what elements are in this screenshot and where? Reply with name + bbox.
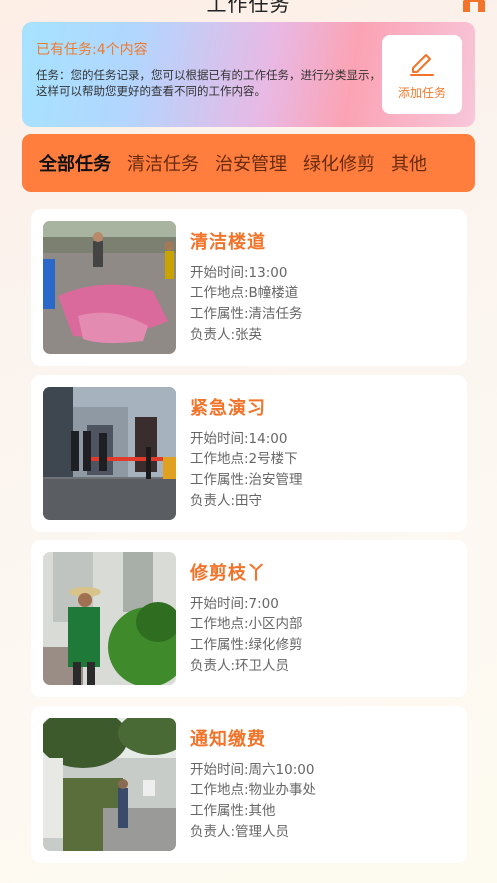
task-start-time: 开始时间:14:00 xyxy=(190,431,288,447)
tab-all[interactable]: 全部任务 xyxy=(39,150,111,176)
page-title: 工作任务 xyxy=(206,0,291,16)
banner-description: 任务：您的任务记录，您可以根据已有的工作任务，进行分类显示，这样可以帮助您更好的… xyxy=(36,68,381,98)
add-task-button[interactable]: 添加任务 xyxy=(382,35,462,114)
task-title: 清洁楼道 xyxy=(190,232,266,253)
task-type: 工作属性:清洁任务 xyxy=(190,306,303,322)
task-location: 工作地点:B幢楼道 xyxy=(190,285,299,301)
task-photo xyxy=(43,387,176,520)
tab-other[interactable]: 其他 xyxy=(391,150,427,176)
task-owner: 负责人:环卫人员 xyxy=(190,658,290,674)
task-start-time: 开始时间:周六10:00 xyxy=(190,762,315,778)
tab-cleaning[interactable]: 清洁任务 xyxy=(127,150,199,176)
task-summary-banner: 已有任务:4个内容 任务：您的任务记录，您可以根据已有的工作任务，进行分类显示，… xyxy=(22,22,475,127)
task-location: 工作地点:物业办事处 xyxy=(190,782,317,798)
task-type: 工作属性:治安管理 xyxy=(190,472,303,488)
task-title: 通知缴费 xyxy=(190,729,266,750)
task-photo xyxy=(43,221,176,354)
task-photo xyxy=(43,552,176,685)
task-location: 工作地点:小区内部 xyxy=(190,616,303,632)
task-card[interactable]: 清洁楼道 开始时间:13:00 工作地点:B幢楼道 工作属性:清洁任务 负责人:… xyxy=(31,209,467,366)
task-count-title: 已有任务:4个内容 xyxy=(36,42,148,58)
edit-pen-icon xyxy=(410,54,434,76)
tab-security[interactable]: 治安管理 xyxy=(215,150,287,176)
task-type: 工作属性:其他 xyxy=(190,803,276,819)
task-start-time: 开始时间:13:00 xyxy=(190,265,288,281)
task-card[interactable]: 通知缴费 开始时间:周六10:00 工作地点:物业办事处 工作属性:其他 负责人… xyxy=(31,706,467,863)
task-card[interactable]: 紧急演习 开始时间:14:00 工作地点:2号楼下 工作属性:治安管理 负责人:… xyxy=(31,375,467,532)
task-start-time: 开始时间:7:00 xyxy=(190,596,279,612)
task-type: 工作属性:绿化修剪 xyxy=(190,637,303,653)
task-owner: 负责人:田守 xyxy=(190,493,263,509)
task-location: 工作地点:2号楼下 xyxy=(190,451,298,467)
task-photo xyxy=(43,718,176,851)
tab-greening[interactable]: 绿化修剪 xyxy=(303,150,375,176)
add-task-label: 添加任务 xyxy=(397,86,446,100)
task-owner: 负责人:张英 xyxy=(190,327,263,343)
task-card[interactable]: 修剪枝丫 开始时间:7:00 工作地点:小区内部 工作属性:绿化修剪 负责人:环… xyxy=(31,540,467,697)
task-title: 修剪枝丫 xyxy=(190,563,266,584)
home-icon[interactable] xyxy=(461,0,487,12)
top-bar: 工作任务 xyxy=(0,0,497,16)
category-tabs: 全部任务 清洁任务 治安管理 绿化修剪 其他 xyxy=(22,134,475,192)
task-title: 紧急演习 xyxy=(190,398,266,419)
task-owner: 负责人:管理人员 xyxy=(190,824,290,840)
